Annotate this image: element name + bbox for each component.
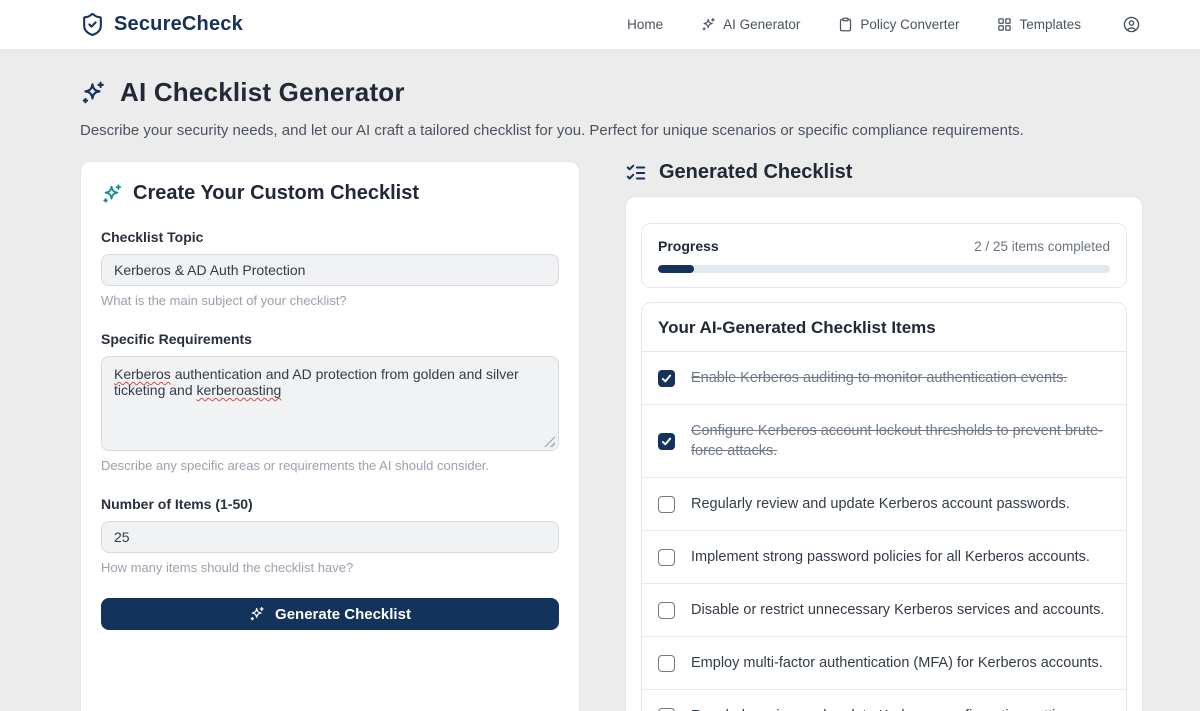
brand-logo[interactable]: SecureCheck (80, 12, 243, 37)
item-checkbox[interactable] (658, 433, 675, 450)
requirements-helper: Describe any specific areas or requireme… (101, 458, 559, 473)
checklist-item[interactable]: Regularly review and update Kerberos con… (642, 690, 1126, 711)
sparkles-icon (701, 17, 716, 32)
progress-fill (658, 265, 694, 273)
hero: AI Checklist Generator Describe your sec… (80, 50, 1143, 139)
generated-checklist-section: Generated Checklist Progress 2 / 25 item… (625, 161, 1143, 711)
checklist-items: Enable Kerberos auditing to monitor auth… (642, 352, 1126, 711)
requirements-text-word1: Kerberos (114, 366, 171, 382)
item-label: Implement strong password policies for a… (691, 547, 1090, 567)
nav-links: Home AI Generator Policy Converter Templ… (627, 16, 1140, 33)
shield-check-icon (80, 12, 105, 37)
form-title: Create Your Custom Checklist (133, 182, 419, 205)
user-circle-icon[interactable] (1123, 16, 1140, 33)
list-checks-icon (625, 162, 647, 184)
nav-item-home-label: Home (627, 17, 663, 32)
page-content: AI Checklist Generator Describe your sec… (80, 50, 1143, 711)
topic-input[interactable] (101, 254, 559, 286)
generated-checklist-title: Generated Checklist (659, 161, 852, 184)
checklist-item[interactable]: Disable or restrict unnecessary Kerberos… (642, 584, 1126, 637)
item-checkbox[interactable] (658, 370, 675, 387)
nav-item-home[interactable]: Home (627, 17, 663, 32)
generate-checklist-button[interactable]: Generate Checklist (101, 598, 559, 630)
checklist-item[interactable]: Implement strong password policies for a… (642, 531, 1126, 584)
item-checkbox[interactable] (658, 549, 675, 566)
item-label: Disable or restrict unnecessary Kerberos… (691, 600, 1104, 620)
nav-item-policy-converter-label: Policy Converter (860, 17, 959, 32)
checklist-item[interactable]: Regularly review and update Kerberos acc… (642, 478, 1126, 531)
nav-item-ai-generator-label: AI Generator (723, 17, 800, 32)
item-label: Regularly review and update Kerberos acc… (691, 494, 1070, 514)
nav-item-templates-label: Templates (1019, 17, 1081, 32)
progress-label: Progress (658, 238, 719, 254)
top-nav: SecureCheck Home AI Generator Policy Con… (0, 0, 1200, 50)
checklist-item[interactable]: Configure Kerberos account lockout thres… (642, 405, 1126, 478)
checklist-item[interactable]: Enable Kerberos auditing to monitor auth… (642, 352, 1126, 405)
item-count-input[interactable] (101, 521, 559, 553)
item-label: Enable Kerberos auditing to monitor auth… (691, 368, 1067, 388)
requirements-textarea[interactable]: Kerberos authentication and AD protectio… (101, 356, 559, 451)
item-checkbox[interactable] (658, 655, 675, 672)
progress-status: 2 / 25 items completed (974, 239, 1110, 254)
sparkles-icon (80, 80, 106, 106)
item-checkbox[interactable] (658, 496, 675, 513)
item-label: Regularly review and update Kerberos con… (691, 706, 1083, 711)
item-count-helper: How many items should the checklist have… (101, 560, 559, 575)
nav-item-templates[interactable]: Templates (997, 17, 1081, 32)
checklist-items-card: Your AI-Generated Checklist Items Enable… (641, 302, 1127, 711)
progress-card: Progress 2 / 25 items completed (641, 223, 1127, 288)
topic-helper: What is the main subject of your checkli… (101, 293, 559, 308)
page-subtitle: Describe your security needs, and let ou… (80, 122, 1143, 139)
nav-item-policy-converter[interactable]: Policy Converter (838, 17, 959, 32)
checklist-items-title: Your AI-Generated Checklist Items (642, 303, 1126, 352)
brand-name: SecureCheck (114, 13, 243, 36)
item-count-label: Number of Items (1-50) (101, 496, 559, 512)
create-checklist-card: Create Your Custom Checklist Checklist T… (80, 161, 580, 711)
requirements-text-word2: kerberoasting (197, 382, 282, 398)
generate-checklist-button-label: Generate Checklist (275, 606, 411, 623)
progress-bar (658, 265, 1110, 273)
clipboard-icon (838, 17, 853, 32)
resize-handle-icon[interactable] (544, 436, 555, 447)
sparkles-icon (101, 183, 123, 205)
grid-icon (997, 17, 1012, 32)
sparkles-icon (249, 606, 265, 622)
item-label: Employ multi-factor authentication (MFA)… (691, 653, 1103, 673)
item-label: Configure Kerberos account lockout thres… (691, 421, 1110, 461)
page-title: AI Checklist Generator (120, 77, 405, 108)
item-checkbox[interactable] (658, 602, 675, 619)
requirements-label: Specific Requirements (101, 331, 559, 347)
topic-label: Checklist Topic (101, 229, 559, 245)
requirements-text-middle: authentication and AD protection from go… (114, 366, 519, 398)
item-checkbox[interactable] (658, 708, 675, 711)
checklist-item[interactable]: Employ multi-factor authentication (MFA)… (642, 637, 1126, 690)
generated-checklist-card: Progress 2 / 25 items completed Your AI-… (625, 196, 1143, 711)
nav-item-ai-generator[interactable]: AI Generator (701, 17, 800, 32)
